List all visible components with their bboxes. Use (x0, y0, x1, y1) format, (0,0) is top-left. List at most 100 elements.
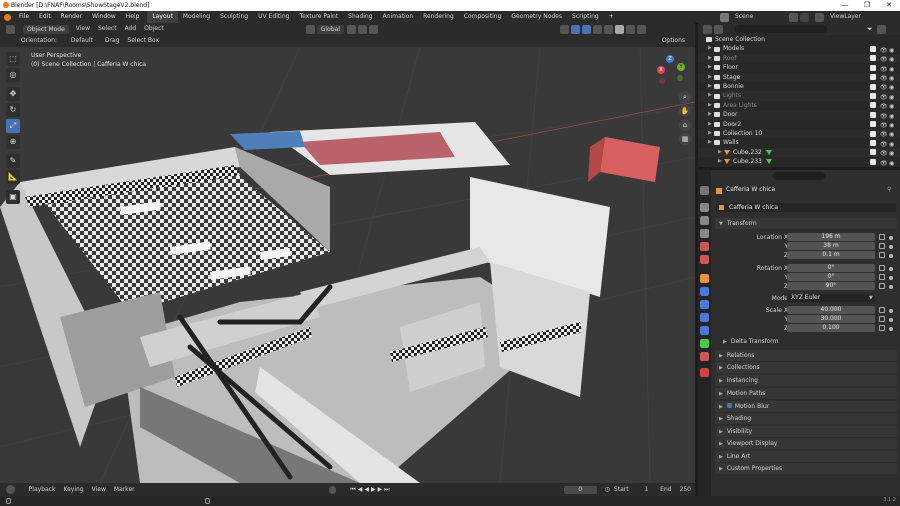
keyframe-dot-icon[interactable] (889, 326, 893, 331)
tab-compositing[interactable]: Compositing (459, 11, 507, 23)
keyframe-dot-icon[interactable] (889, 266, 893, 271)
overlay-toggle-icon[interactable] (581, 24, 591, 34)
transform-orientation-selector[interactable]: Global (316, 24, 344, 34)
delta-transform-subpanel[interactable]: ▶ Delta Transform (723, 338, 779, 345)
rotation-x-field[interactable]: 0° (787, 264, 875, 272)
visibility-icon[interactable] (559, 24, 569, 34)
exclude-checkbox[interactable] (870, 158, 876, 165)
zoom-icon[interactable]: ⌕ (679, 91, 691, 103)
scene-tab-icon[interactable] (700, 242, 709, 251)
annotate-tool-button[interactable]: ✎ (6, 154, 20, 168)
tab-texture-paint[interactable]: Texture Paint (294, 11, 343, 23)
lock-icon[interactable] (879, 252, 885, 258)
xray-toggle-icon[interactable] (592, 24, 602, 34)
physics-tab-icon[interactable] (700, 313, 709, 322)
orientation-value[interactable]: Default (67, 35, 97, 47)
lock-icon[interactable] (879, 243, 885, 249)
menu-select[interactable]: Select (94, 23, 121, 35)
outliner-item[interactable]: ▶ Models 👁 ◉ (698, 44, 900, 54)
menu-render[interactable]: Render (56, 11, 87, 23)
maximize-button[interactable]: ❐ (856, 0, 878, 11)
render-tab-icon[interactable] (700, 203, 709, 212)
tab-rendering[interactable]: Rendering (418, 11, 459, 23)
new-collection-icon[interactable] (876, 24, 886, 34)
panel-shading[interactable]: ▶ Shading (715, 413, 897, 424)
lock-icon[interactable] (879, 316, 885, 322)
panel-motion-paths[interactable]: ▶ Motion Paths (715, 388, 897, 399)
panel-visibility[interactable]: ▶ Visibility (715, 426, 897, 437)
tab-geometry-nodes[interactable]: Geometry Nodes (506, 11, 567, 23)
outliner-item[interactable]: ▶ Cube.232 👁 ◉ (698, 147, 900, 157)
mesh-data-icon[interactable] (765, 159, 772, 165)
menu-timeline-view[interactable]: View (88, 484, 110, 496)
data-tab-icon[interactable] (700, 339, 709, 348)
view-layer-name[interactable]: ViewLayer (826, 11, 884, 23)
exclude-checkbox[interactable] (870, 74, 876, 81)
keyframe-dot-icon[interactable] (889, 275, 893, 280)
output-tab-icon[interactable] (700, 216, 709, 225)
modifiers-tab-icon[interactable] (700, 287, 709, 296)
menu-view[interactable]: View (72, 23, 94, 35)
keyframe-dot-icon[interactable] (889, 284, 893, 289)
move-tool-button[interactable]: ✥ (6, 87, 20, 101)
outliner-item[interactable]: ▶ Walls 👁 ◉ (698, 138, 900, 148)
camera-view-icon[interactable]: ⌂ (679, 119, 691, 131)
keyframe-dot-icon[interactable] (889, 235, 893, 240)
exclude-checkbox[interactable] (870, 121, 876, 128)
outliner-root[interactable]: Scene Collection (698, 35, 900, 44)
lock-icon[interactable] (879, 265, 885, 271)
gizmo-y-axis[interactable]: Y (677, 63, 685, 71)
scene-name[interactable]: Scene (731, 11, 789, 23)
tab-animation[interactable]: Animation (378, 11, 419, 23)
rotate-tool-button[interactable]: ↻ (6, 103, 20, 117)
outliner-item[interactable]: ▶ Area Lights 👁 ◉ (698, 101, 900, 111)
tab-shading[interactable]: Shading (343, 11, 377, 23)
transform-panel-header[interactable]: ▼ Transform (715, 218, 897, 229)
panel-line-art[interactable]: ▶ Line Art (715, 451, 897, 462)
scale-y-field[interactable]: 30.000 (787, 315, 875, 323)
menu-file[interactable]: File (14, 11, 34, 23)
start-frame-field[interactable]: 1 (633, 484, 653, 496)
close-icon[interactable] (800, 12, 809, 22)
outliner-item[interactable]: ▶ Bonnie 👁 ◉ (698, 82, 900, 92)
rendered-shading-icon[interactable] (636, 24, 646, 34)
material-tab-icon[interactable] (700, 352, 709, 361)
menu-marker[interactable]: Marker (110, 484, 139, 496)
lock-icon[interactable] (879, 274, 885, 280)
blender-menu-icon[interactable] (4, 13, 11, 21)
lock-icon[interactable] (879, 307, 885, 313)
gizmo-z-axis[interactable]: Z (666, 55, 674, 63)
exclude-checkbox[interactable] (870, 149, 876, 156)
outliner-item[interactable]: ▶ Lights 👁 ◉ (698, 91, 900, 101)
panel-viewport-display[interactable]: ▶ Viewport Display (715, 438, 897, 449)
location-z-field[interactable]: 0.1 m (787, 251, 875, 259)
texture-tab-icon[interactable] (700, 368, 709, 377)
gizmo-x-axis[interactable]: X (657, 66, 665, 74)
solid-shading-icon[interactable] (614, 24, 624, 34)
outliner-item[interactable]: ▶ Door 👁 ◉ (698, 110, 900, 120)
menu-playback[interactable]: Playback (25, 484, 60, 496)
panel-relations[interactable]: ▶ Relations (715, 350, 897, 361)
copy-icon[interactable] (789, 12, 798, 22)
menu-add[interactable]: Add (121, 23, 141, 35)
transform-tool-button[interactable]: ⊕ (6, 135, 20, 149)
location-y-field[interactable]: 38 m (787, 242, 875, 250)
record-icon[interactable] (328, 485, 337, 494)
measure-tool-button[interactable]: 📐 (6, 170, 20, 184)
grid-view-icon[interactable]: ▦ (679, 133, 691, 145)
outliner-item[interactable]: ▶ Stage 👁 ◉ (698, 72, 900, 82)
menu-object[interactable]: Object (140, 23, 168, 35)
render-camera-icon[interactable]: ◉ (889, 159, 894, 167)
add-workspace-button[interactable]: + (604, 11, 619, 23)
tab-uv-editing[interactable]: UV Editing (253, 11, 294, 23)
lock-icon[interactable] (879, 283, 885, 289)
mesh-data-icon[interactable] (765, 149, 772, 155)
gizmo-neg-y[interactable] (677, 75, 683, 81)
navigation-gizmo[interactable]: Z Y X (655, 55, 685, 85)
panel-motion-blur[interactable]: ▶ Motion Blur (715, 401, 897, 412)
exclude-checkbox[interactable] (870, 93, 876, 100)
wireframe-shading-icon[interactable] (603, 24, 613, 34)
pivot-icon[interactable] (346, 24, 356, 34)
scale-x-field[interactable]: 40.000 (787, 306, 875, 314)
scale-z-field[interactable]: 0.100 (787, 324, 875, 332)
